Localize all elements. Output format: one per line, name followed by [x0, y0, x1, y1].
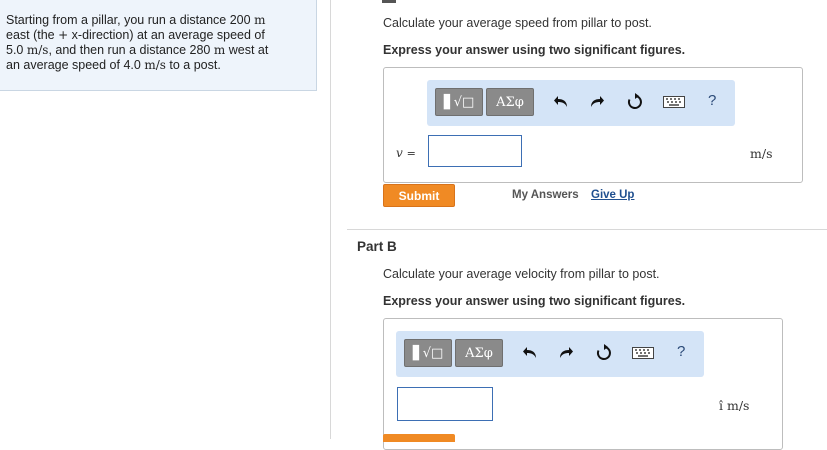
unit-meters: m — [254, 13, 266, 27]
part-a-instruction: Express your answer using two significan… — [383, 43, 686, 57]
give-up-link[interactable]: Give Up — [591, 189, 634, 201]
redo-icon[interactable] — [557, 344, 575, 362]
part-a-math-toolbar: ▋√□ ΑΣφ ? — [427, 80, 735, 126]
help-icon[interactable]: ? — [708, 92, 716, 109]
keyboard-icon[interactable] — [663, 93, 685, 111]
redo-icon[interactable] — [588, 93, 606, 111]
part-b-title: Part B — [357, 239, 397, 254]
unit-vector-i-hat: î — [719, 398, 723, 413]
greek-symbols-button[interactable]: ΑΣφ — [455, 339, 503, 367]
submit-button[interactable]: Submit — [383, 184, 455, 207]
part-b-instruction: Express your answer using two significan… — [383, 294, 686, 308]
part-b-unit: î m/s — [719, 398, 749, 413]
variable-symbol: v — [396, 146, 403, 160]
equals-sign: = — [406, 147, 416, 160]
problem-text-segment: an average speed of 4.0 — [6, 58, 145, 72]
problem-statement-panel: Starting from a pillar, you run a distan… — [0, 0, 317, 91]
part-b-submit-button[interactable] — [383, 434, 455, 442]
problem-statement: Starting from a pillar, you run a distan… — [6, 13, 306, 73]
part-a-header-edge — [382, 0, 396, 3]
undo-icon[interactable] — [552, 93, 570, 111]
problem-text-segment: to a post. — [165, 58, 221, 72]
part-divider — [347, 229, 827, 230]
part-b-answer-input[interactable] — [397, 387, 493, 421]
unit-mps: m/s — [144, 58, 166, 72]
part-a-unit: m/s — [750, 146, 773, 161]
part-b-question: Calculate your average velocity from pil… — [383, 267, 660, 281]
greek-symbols-icon: ΑΣφ — [465, 345, 493, 361]
greek-symbols-button[interactable]: ΑΣφ — [486, 88, 534, 116]
problem-text-segment: 5.0 — [6, 43, 27, 57]
templates-icon: ▋√□ — [443, 94, 475, 110]
templates-icon: ▋√□ — [412, 345, 444, 361]
problem-text-segment: east (the — [6, 28, 59, 42]
variable-label: v = — [396, 146, 416, 160]
part-a-answer-input[interactable] — [428, 135, 522, 167]
part-b-answer-box: ▋√□ ΑΣφ ? î m/s — [383, 318, 783, 450]
help-icon[interactable]: ? — [677, 343, 685, 360]
undo-icon[interactable] — [521, 344, 539, 362]
templates-button[interactable]: ▋√□ — [404, 339, 452, 367]
problem-text-segment: x-direction) at an average speed of — [68, 28, 265, 42]
column-divider — [330, 0, 331, 439]
part-a-answer-box: ▋√□ ΑΣφ ? v = m/s — [383, 67, 803, 183]
unit-meters: m — [213, 43, 226, 57]
my-answers-link[interactable]: My Answers — [512, 189, 579, 201]
reset-icon[interactable] — [626, 93, 644, 111]
reset-icon[interactable] — [595, 344, 613, 362]
problem-text-segment: , and then run a distance 280 — [48, 43, 214, 57]
part-b-math-toolbar: ▋√□ ΑΣφ ? — [396, 331, 704, 377]
keyboard-icon[interactable] — [632, 344, 654, 362]
templates-button[interactable]: ▋√□ — [435, 88, 483, 116]
unit-mps: m/s — [726, 398, 750, 413]
part-a-question: Calculate your average speed from pillar… — [383, 16, 652, 30]
unit-mps: m/s — [26, 43, 49, 57]
problem-text-segment: west at — [225, 43, 269, 57]
plus-sign: + — [58, 28, 69, 42]
greek-symbols-icon: ΑΣφ — [496, 94, 524, 110]
problem-text-segment: Starting from a pillar, you run a distan… — [6, 13, 255, 27]
